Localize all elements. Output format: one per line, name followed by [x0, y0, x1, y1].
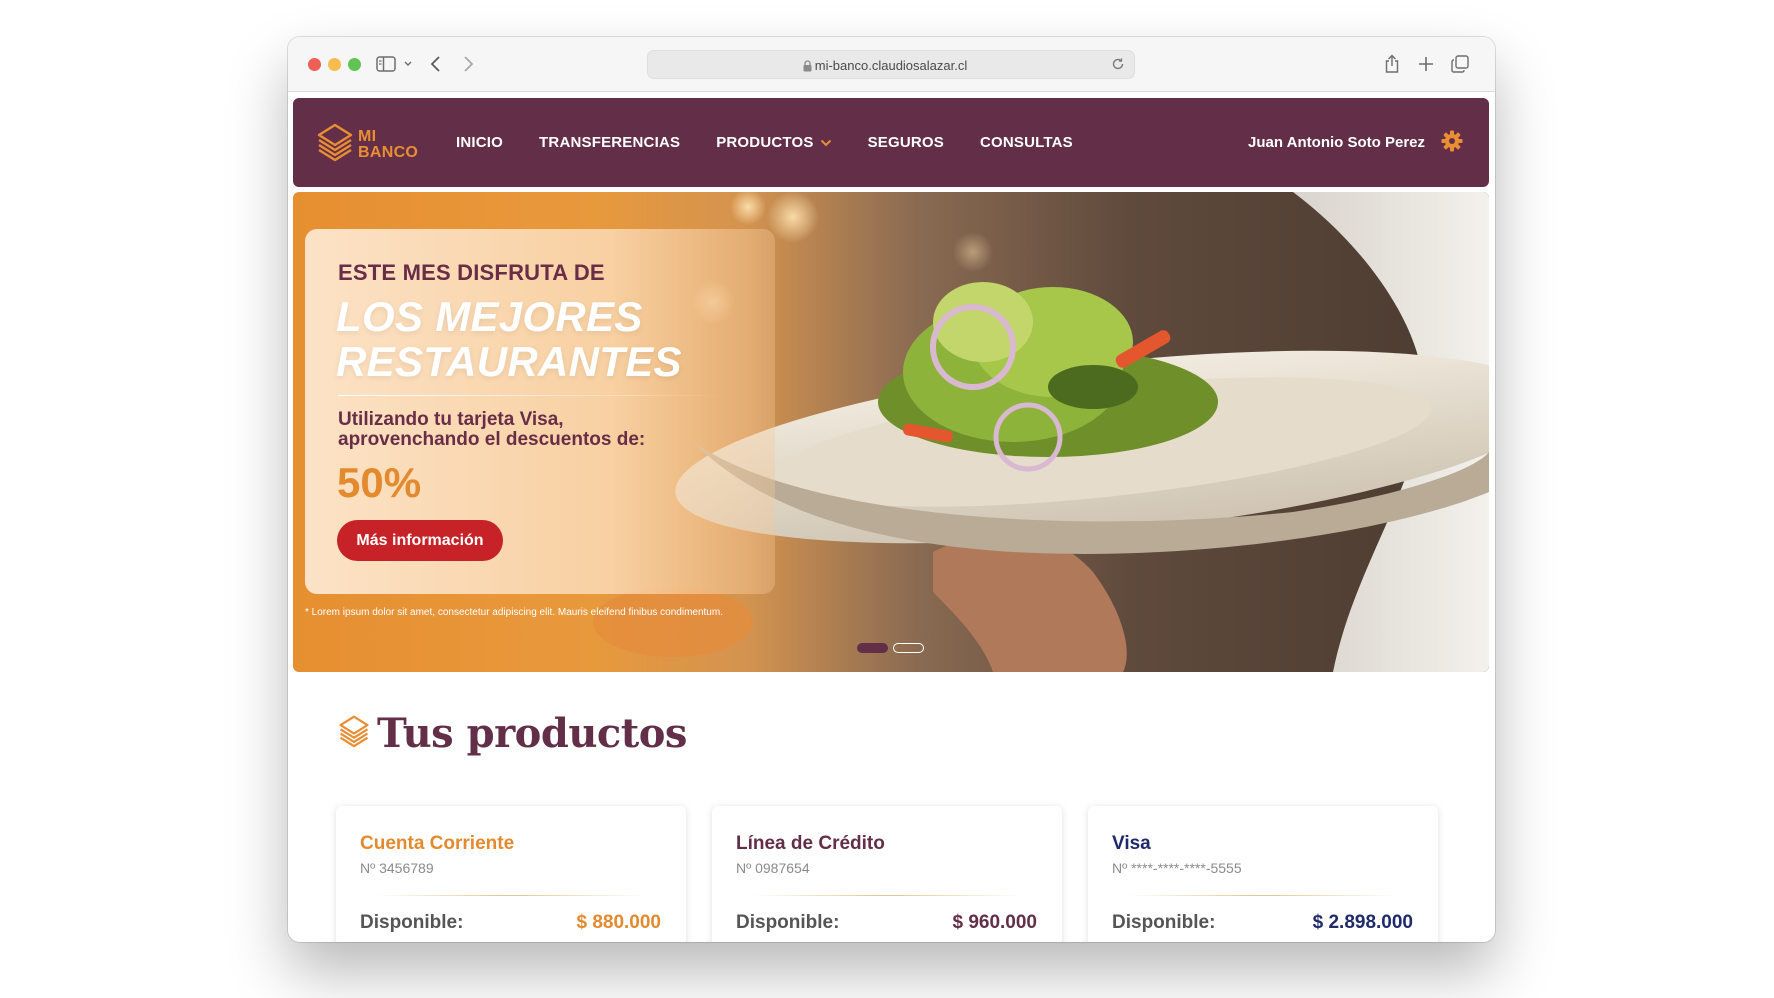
product-number: Nº ****-****-****-5555	[1112, 860, 1242, 876]
logo-mark-icon	[316, 122, 354, 167]
promo-headline-line-2: RESTAURANTES	[336, 338, 682, 385]
back-icon[interactable]	[426, 51, 446, 77]
minimize-window-button[interactable]	[328, 58, 341, 71]
close-window-button[interactable]	[308, 58, 321, 71]
browser-toolbar: mi-banco.claudiosalazar.cl	[288, 37, 1495, 92]
product-card-cuenta-corriente[interactable]: Cuenta Corriente Nº 3456789 Disponible: …	[336, 806, 686, 942]
card-divider	[1128, 895, 1398, 896]
product-card-linea-credito[interactable]: Línea de Crédito Nº 0987654 Disponible: …	[712, 806, 1062, 942]
carousel-dot-1[interactable]	[857, 643, 888, 653]
browser-window: mi-banco.claudiosalazar.cl MI BANCO INIC…	[288, 37, 1495, 942]
logo-line-2: BANCO	[358, 143, 419, 161]
available-amount: $ 2.898.000	[1312, 912, 1413, 933]
nav-item-productos-label: PRODUCTOS	[716, 134, 814, 151]
zoom-window-button[interactable]	[348, 58, 361, 71]
gear-icon[interactable]	[1441, 130, 1463, 157]
product-name: Visa	[1112, 833, 1151, 854]
available-amount: $ 960.000	[952, 912, 1037, 933]
card-divider	[376, 895, 646, 896]
chevron-down-icon	[820, 134, 832, 151]
nav-item-productos[interactable]: PRODUCTOS	[716, 134, 831, 151]
promo-divider	[338, 395, 728, 396]
web-page: MI BANCO INICIO TRANSFERENCIAS PRODUCTOS…	[288, 93, 1495, 942]
promo-discount: 50%	[337, 459, 422, 506]
nav-item-seguros[interactable]: SEGUROS	[868, 134, 944, 151]
carousel-indicators	[857, 643, 929, 653]
available-label: Disponible:	[736, 912, 840, 933]
logo-line-1: MI	[358, 127, 377, 145]
tab-overview-icon[interactable]	[1448, 51, 1472, 77]
reload-icon[interactable]	[1110, 56, 1126, 77]
logo-mark-icon	[338, 713, 370, 754]
product-name: Cuenta Corriente	[360, 833, 515, 854]
promo-banner[interactable]: ESTE MES DISFRUTA DE LOS MEJORES RESTAUR…	[293, 192, 1489, 672]
product-name: Línea de Crédito	[736, 833, 885, 854]
logo-text: MI BANCO	[358, 127, 419, 161]
sidebar-toggle-icon[interactable]	[374, 51, 398, 77]
promo-disclaimer: * Lorem ipsum dolor sit amet, consectetu…	[305, 607, 723, 618]
forward-icon[interactable]	[458, 51, 478, 77]
promo-kicker: ESTE MES DISFRUTA DE	[338, 260, 605, 285]
main-navbar: MI BANCO INICIO TRANSFERENCIAS PRODUCTOS…	[293, 98, 1489, 187]
more-info-button[interactable]: Más información	[337, 520, 503, 561]
available-label: Disponible:	[1112, 912, 1216, 933]
promo-headline: LOS MEJORES RESTAURANTES	[336, 294, 682, 384]
product-number: Nº 0987654	[736, 860, 810, 876]
carousel-dot-2[interactable]	[893, 643, 924, 653]
mi-banco-logo[interactable]: MI BANCO	[316, 122, 418, 167]
products-section-title: Tus productos	[338, 710, 687, 757]
available-amount: $ 880.000	[576, 912, 661, 933]
nav-item-inicio[interactable]: INICIO	[456, 134, 503, 151]
chevron-down-icon[interactable]	[401, 51, 415, 77]
nav-item-transferencias[interactable]: TRANSFERENCIAS	[539, 134, 680, 151]
share-icon[interactable]	[1380, 51, 1404, 77]
new-tab-icon[interactable]	[1414, 51, 1438, 77]
card-divider	[752, 895, 1022, 896]
url-text: mi-banco.claudiosalazar.cl	[814, 58, 968, 73]
nav-links: INICIO TRANSFERENCIAS PRODUCTOS SEGUROS …	[456, 98, 1109, 187]
product-card-visa[interactable]: Visa Nº ****-****-****-5555 Disponible: …	[1088, 806, 1438, 942]
promo-headline-line-1: LOS MEJORES	[336, 293, 643, 340]
available-label: Disponible:	[360, 912, 464, 933]
promo-subtext: Utilizando tu tarjeta Visa, aprovenchand…	[338, 409, 646, 450]
nav-item-consultas[interactable]: CONSULTAS	[980, 134, 1073, 151]
user-name[interactable]: Juan Antonio Soto Perez	[1248, 134, 1425, 151]
products-heading: Tus productos	[377, 710, 687, 757]
product-number: Nº 3456789	[360, 860, 434, 876]
address-bar[interactable]: mi-banco.claudiosalazar.cl	[647, 50, 1135, 79]
